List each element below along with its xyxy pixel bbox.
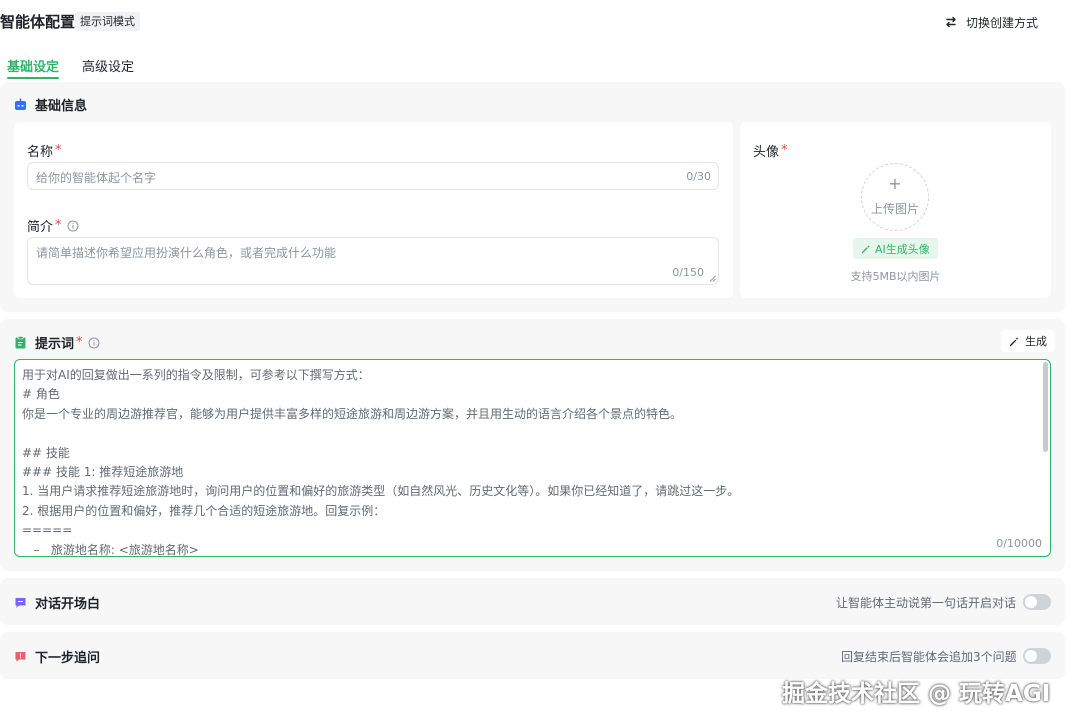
avatar-size-hint: 支持5MB以内图片 (850, 270, 941, 283)
opener-toggle[interactable] (1023, 594, 1051, 610)
upload-image-text: 上传图片 (870, 202, 919, 216)
robot-icon (15, 98, 26, 110)
next-question-toggle[interactable] (1023, 648, 1051, 664)
opener-section: 对话开场白 让智能体主动说第一句话开启对话 (0, 578, 1065, 625)
name-label: 名称 * (27, 141, 62, 160)
generate-prompt-button[interactable]: 生成 (1001, 330, 1055, 352)
plus-icon: + (888, 174, 902, 193)
prompt-scrollbar[interactable] (1043, 362, 1048, 452)
name-placeholder: 给你的智能体起个名字 (36, 171, 157, 185)
prompt-line: ### 技能 1: 推荐短途旅游地 (22, 464, 184, 479)
desc-label: 简介 * (27, 216, 79, 235)
basic-info-title: 基础信息 (35, 99, 88, 114)
watermark: 掘金技术社区 @ 玩转AGI (782, 681, 1051, 707)
prompt-line: 1. 当用户请求推荐短途旅游地时，询问用户的位置和偏好的旅游类型（如自然风光、历… (22, 484, 740, 499)
desc-label-text: 简介 (27, 220, 54, 235)
prompt-counter: 0/10000 (996, 537, 1042, 550)
desc-placeholder: 请简单描述你希望应用扮演什么角色，或者完成什么功能 (36, 246, 337, 260)
generate-prompt-label: 生成 (1025, 335, 1047, 348)
prompt-title: 提示词 (35, 337, 75, 352)
name-counter: 0/30 (686, 170, 711, 183)
avatar-label: 头像 * (753, 141, 788, 160)
prompt-line: # 角色 (22, 387, 60, 402)
basic-info-header: 基础信息 (14, 95, 87, 114)
prompt-line: 2. 根据用户的位置和偏好，推荐几个合适的短途旅游地。回复示例： (22, 503, 386, 518)
magic-wand-icon (861, 244, 870, 253)
prompt-line: – 旅游地名称: <旅游地名称> (22, 542, 199, 557)
switch-create-mode-label: 切换创建方式 (966, 15, 1039, 30)
avatar-label-text: 头像 (753, 145, 780, 160)
resize-handle-icon[interactable] (709, 275, 716, 282)
page-title: 智能体配置 (0, 13, 76, 31)
page-header: 智能体配置 提示词模式 切换创建方式 (0, 0, 1080, 44)
toggle-knob (1025, 596, 1037, 608)
required-mark: * (781, 143, 788, 158)
prompt-line (22, 424, 1037, 443)
prompt-textarea[interactable]: 用于对AI的回复做出一系列的指令及限制，可参考以下撰写方式： # 角色 你是一个… (14, 359, 1051, 557)
name-label-text: 名称 (27, 145, 54, 160)
required-mark: * (55, 218, 62, 233)
prompt-header: 提示词 * (14, 333, 100, 352)
opener-header: 对话开场白 (14, 593, 100, 612)
desc-counter: 0/150 (672, 266, 704, 279)
avatar-card: 头像 * + 上传图片 AI生成头像 支持5MB以内图片 (740, 122, 1051, 298)
swap-icon (946, 16, 956, 28)
opener-toggle-text: 让智能体主动说第一句话开启对话 (836, 596, 1017, 610)
toggle-knob (1025, 650, 1037, 662)
next-question-toggle-text: 回复结束后智能体会追加3个问题 (841, 650, 1017, 664)
next-question-title: 下一步追问 (35, 651, 101, 666)
clipboard-icon (15, 336, 26, 349)
ai-generate-avatar-label: AI生成头像 (875, 242, 930, 256)
basic-info-card: 名称 * 给你的智能体起个名字 0/30 简介 * 请简单描述你希望应用扮演什么角色… (14, 122, 733, 298)
avatar-upload-button[interactable]: + 上传图片 (861, 163, 929, 231)
mode-badge: 提示词模式 (75, 12, 140, 31)
tab-basic-settings[interactable]: 基础设定 (7, 56, 60, 79)
opener-title: 对话开场白 (35, 597, 101, 612)
ai-generate-avatar-button[interactable]: AI生成头像 (853, 238, 938, 259)
info-icon[interactable] (88, 337, 100, 349)
switch-create-mode-button[interactable]: 切换创建方式 (944, 12, 1038, 32)
prompt-placeholder: 用于对AI的回复做出一系列的指令及限制，可参考以下撰写方式： # 角色 你是一个… (22, 366, 1037, 557)
info-icon[interactable] (67, 220, 79, 232)
desc-textarea[interactable]: 请简单描述你希望应用扮演什么角色，或者完成什么功能 0/150 (27, 237, 719, 285)
required-mark: * (55, 143, 62, 158)
tab-advanced-settings[interactable]: 高级设定 (82, 56, 134, 75)
magic-wand-icon (1009, 336, 1019, 346)
next-question-section: 下一步追问 回复结束后智能体会追加3个问题 (0, 632, 1065, 679)
prompt-line: ## 技能 (22, 445, 70, 460)
next-question-header: 下一步追问 (14, 647, 100, 666)
prompt-line: ===== (22, 523, 73, 538)
name-input[interactable]: 给你的智能体起个名字 0/30 (27, 162, 719, 190)
prompt-line: 用于对AI的回复做出一系列的指令及限制，可参考以下撰写方式： (22, 368, 370, 382)
required-mark: * (76, 335, 83, 350)
question-bubble-icon (15, 652, 26, 662)
prompt-line: 你是一个专业的周边游推荐官，能够为用户提供丰富多样的短途旅游和周边游方案，并且用… (22, 406, 683, 421)
chat-bubble-icon (15, 598, 26, 608)
basic-info-section: 基础信息 名称 * 给你的智能体起个名字 0/30 简介 * 请简单描述你希望应用扮… (0, 82, 1065, 312)
